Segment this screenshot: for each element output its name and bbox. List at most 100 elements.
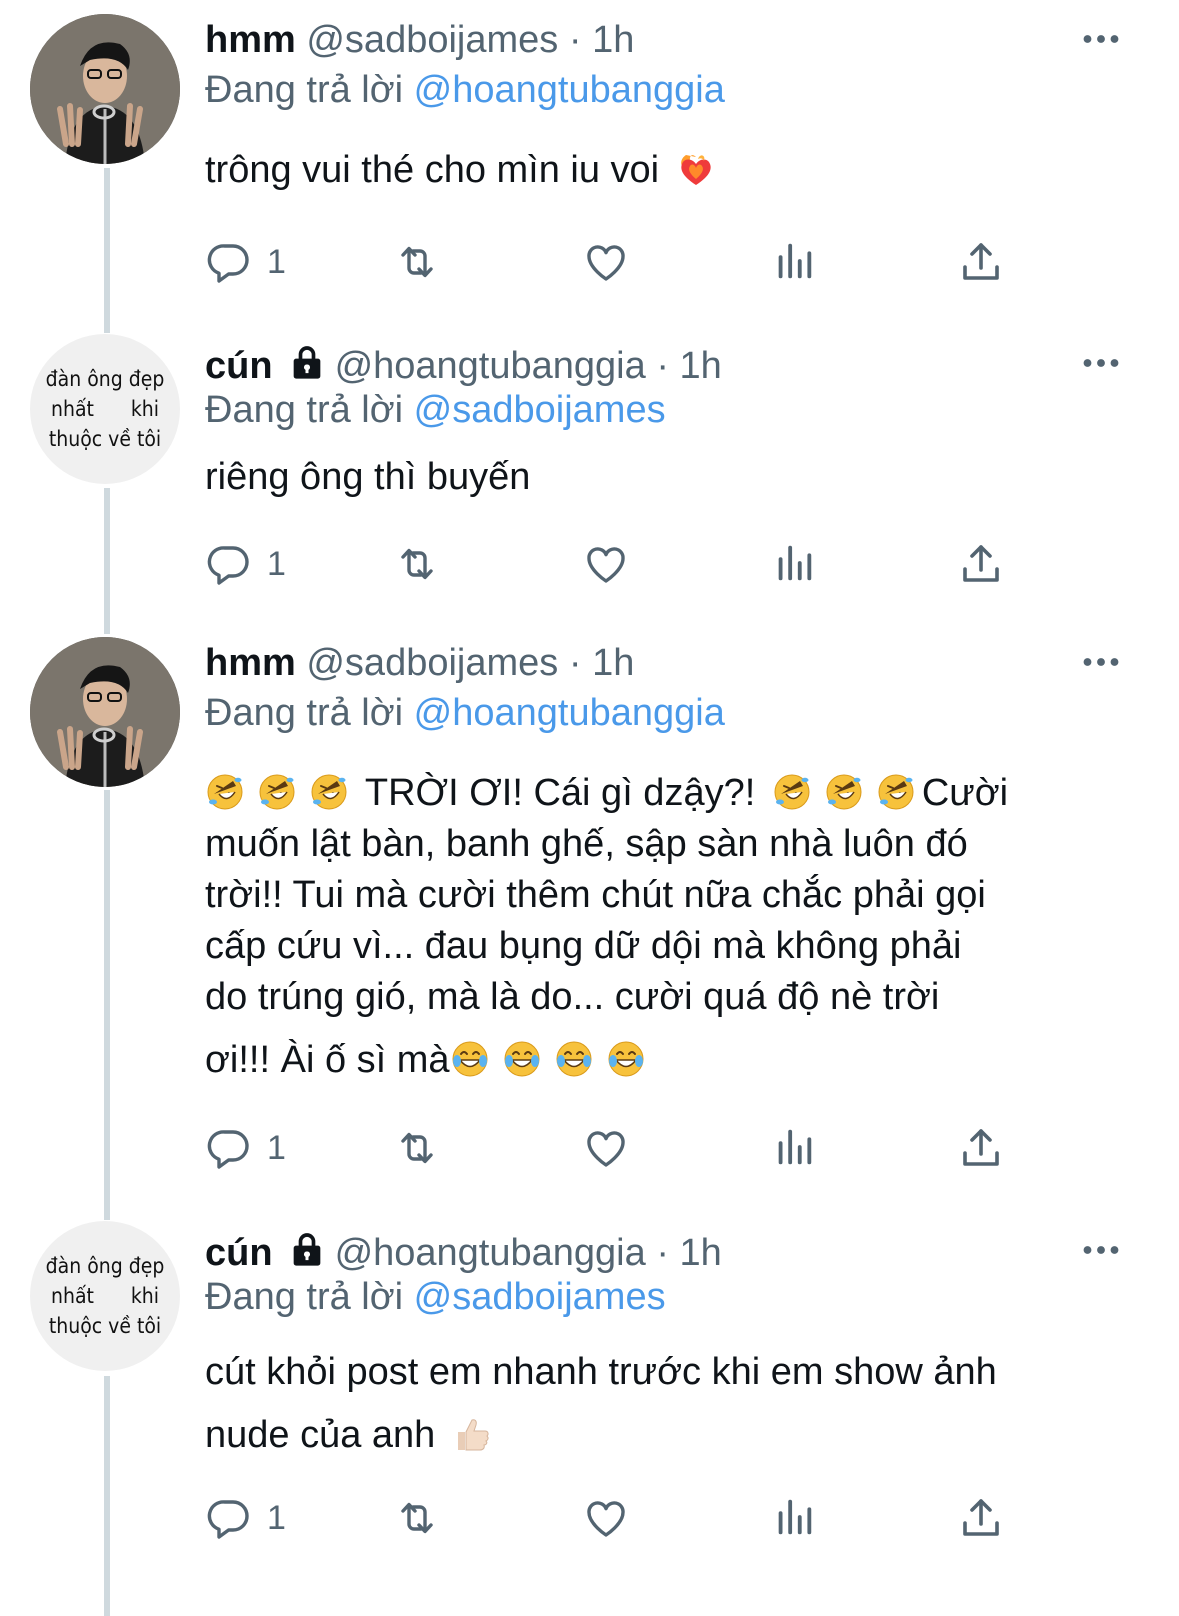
more-icon[interactable] — [1083, 655, 1119, 673]
avatar-text-word: nhất — [51, 1284, 94, 1308]
tweet-text-content: Cười — [921, 772, 1009, 814]
tweet-actions: 1 — [205, 540, 1025, 590]
separator: · — [656, 345, 669, 387]
replying-to: Đang trả lời @hoangtubanggia — [205, 68, 725, 112]
tweet-text-content: nude của anh — [205, 1414, 436, 1456]
share-icon — [957, 1124, 1005, 1172]
display-name[interactable]: hmm — [205, 19, 296, 61]
reply-button[interactable]: 1 — [205, 1124, 286, 1172]
tweet[interactable]: hmm @sadboijames · 1h Đang trả lời @hoan… — [205, 641, 1179, 1201]
more-icon[interactable] — [1083, 356, 1119, 374]
views-button[interactable] — [771, 238, 817, 284]
views-button[interactable] — [771, 540, 817, 586]
like-button[interactable] — [582, 238, 630, 286]
avatar-text-line: nhất khi — [51, 394, 159, 424]
user-handle[interactable]: @hoangtubanggia — [335, 345, 646, 387]
thread-line — [104, 168, 110, 333]
tweet[interactable]: cún @hoangtubanggia · 1h Đang trả lời @sa… — [205, 1229, 1179, 1616]
avatar-text-line: thuộc về tôi — [48, 1314, 162, 1338]
replying-handle-link[interactable]: @sadboijames — [414, 389, 666, 431]
timestamp[interactable]: 1h — [592, 642, 634, 684]
reply-button[interactable]: 1 — [205, 540, 286, 588]
replying-label: Đang trả lời — [205, 69, 404, 111]
rolling-laughing-emoji — [309, 772, 349, 812]
replying-label: Đang trả lời — [205, 1276, 404, 1318]
separator: · — [656, 1232, 669, 1274]
tweet[interactable]: hmm @sadboijames · 1h Đang trả lời @hoan… — [205, 18, 1179, 308]
share-button[interactable] — [957, 1494, 1005, 1542]
retweet-button[interactable] — [391, 1494, 443, 1542]
like-button[interactable] — [582, 1494, 630, 1542]
retweet-icon — [391, 238, 443, 286]
reply-button[interactable]: 1 — [205, 1494, 286, 1542]
replying-to: Đang trả lời @hoangtubanggia — [205, 691, 725, 735]
tweet[interactable]: cún @hoangtubanggia · 1h Đang trả lời @sa… — [205, 342, 1179, 612]
replying-label: Đang trả lời — [205, 692, 404, 734]
reply-button[interactable]: 1 — [205, 238, 286, 286]
thread-line — [104, 1376, 110, 1616]
avatar[interactable] — [30, 637, 180, 787]
retweet-icon — [391, 1494, 443, 1542]
tweet-text-line: nude của anh — [205, 1404, 1119, 1467]
tweet-header: cún @hoangtubanggia · 1h — [205, 1229, 722, 1275]
replying-to: Đang trả lời @sadboijames — [205, 1275, 666, 1319]
like-button[interactable] — [582, 540, 630, 588]
rolling-laughing-emoji — [876, 772, 916, 812]
views-button[interactable] — [771, 1124, 817, 1170]
tweet-text-content: ơi!!! Ài ố sì mà — [205, 1039, 450, 1081]
replying-handle-link[interactable]: @hoangtubanggia — [414, 69, 725, 111]
tweet-text-content: TRỜI ƠI! Cái gì dzậy?! — [364, 772, 756, 814]
like-icon — [582, 238, 630, 286]
tweet-text-line: muốn lật bàn, banh ghế, sập sàn nhà luôn… — [205, 823, 968, 865]
reply-icon — [205, 540, 253, 588]
avatar-text-line: đàn ông đẹp — [45, 1254, 165, 1278]
share-button[interactable] — [957, 540, 1005, 588]
tears-of-joy-emoji — [450, 1039, 490, 1079]
avatar[interactable]: đàn ông đẹp nhất khi thuộc về tôi — [30, 334, 180, 484]
views-icon — [771, 1494, 817, 1540]
views-icon — [771, 1124, 817, 1170]
retweet-button[interactable] — [391, 238, 443, 286]
tweet-text-content: riêng ông thì buyến — [205, 456, 531, 498]
retweet-button[interactable] — [391, 1124, 443, 1172]
replying-to: Đang trả lời @sadboijames — [205, 388, 666, 432]
display-name[interactable]: cún — [205, 345, 273, 387]
like-button[interactable] — [582, 1124, 630, 1172]
replying-handle-link[interactable]: @sadboijames — [414, 1276, 666, 1318]
avatar[interactable] — [30, 14, 180, 164]
timestamp[interactable]: 1h — [592, 19, 634, 61]
retweet-icon — [391, 540, 443, 588]
rolling-laughing-emoji — [824, 772, 864, 812]
retweet-button[interactable] — [391, 540, 443, 588]
reply-icon — [205, 1124, 253, 1172]
avatar-photo — [30, 14, 180, 164]
display-name[interactable]: hmm — [205, 642, 296, 684]
tweet-text-line: do trúng gió, mà là do... cười quá độ nè… — [205, 976, 940, 1018]
tweet-text-line: cút khỏi post em nhanh trước khi em show… — [205, 1351, 997, 1393]
replying-label: Đang trả lời — [205, 389, 404, 431]
avatar-text-word: khi — [130, 397, 159, 421]
tears-of-joy-emoji — [502, 1039, 542, 1079]
share-button[interactable] — [957, 1124, 1005, 1172]
views-button[interactable] — [771, 1494, 817, 1540]
replying-handle-link[interactable]: @hoangtubanggia — [414, 692, 725, 734]
tweet-text-line: TRỜI ƠI! Cái gì dzậy?! Cười — [199, 768, 1119, 819]
avatar[interactable]: đàn ông đẹp nhất khi thuộc về tôi — [30, 1221, 180, 1371]
tweet-actions: 1 — [205, 1494, 1025, 1544]
avatar-text-line: đàn ông đẹp — [45, 367, 165, 391]
like-icon — [582, 1124, 630, 1172]
timestamp[interactable]: 1h — [680, 345, 722, 387]
user-handle[interactable]: @hoangtubanggia — [335, 1232, 646, 1274]
rolling-laughing-emoji — [205, 772, 245, 812]
heart-on-fire-emoji — [676, 149, 716, 189]
timestamp[interactable]: 1h — [680, 1232, 722, 1274]
more-icon[interactable] — [1083, 32, 1119, 50]
user-handle[interactable]: @sadboijames — [306, 19, 558, 61]
tweet-text: cút khỏi post em nhanh trước khi em show… — [205, 1341, 1119, 1467]
tweet-actions: 1 — [205, 238, 1025, 288]
user-handle[interactable]: @sadboijames — [306, 642, 558, 684]
share-icon — [957, 238, 1005, 286]
share-button[interactable] — [957, 238, 1005, 286]
display-name[interactable]: cún — [205, 1232, 273, 1274]
more-icon[interactable] — [1083, 1243, 1119, 1261]
